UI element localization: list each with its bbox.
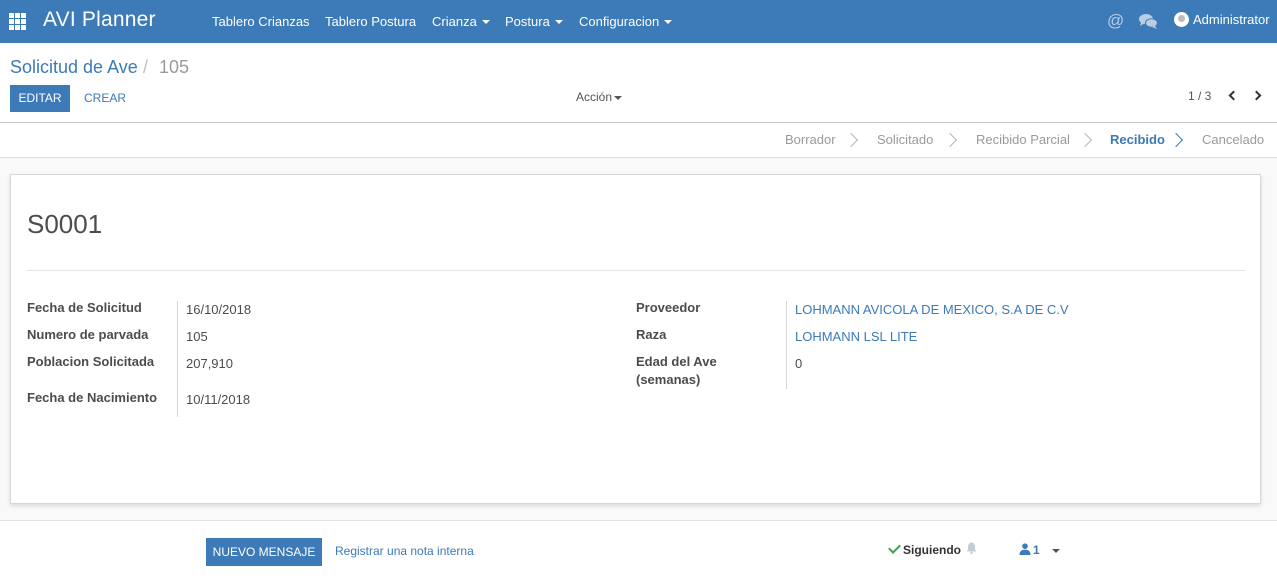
menu-label: Tablero Crianzas xyxy=(212,14,310,29)
field-separator xyxy=(177,301,178,417)
label-line: Edad del Ave xyxy=(636,354,717,369)
divider xyxy=(27,270,1246,271)
label-line: (semanas) xyxy=(636,372,701,387)
menu-label: Crianza xyxy=(432,14,477,29)
chevron-right-icon xyxy=(1077,132,1093,148)
chat-bubbles-icon[interactable] xyxy=(1139,13,1158,29)
label-poblacion-solicitada: Poblacion Solicitada xyxy=(27,354,155,369)
chatter: NUEVO MENSAJE Registrar una nota interna… xyxy=(0,520,1277,584)
control-panel: Solicitud de Ave / 105 EDITAR CREAR Acci… xyxy=(0,43,1277,123)
field-separator xyxy=(786,301,787,389)
action-label: Acción xyxy=(576,90,613,104)
field-numero-parvada: 105 xyxy=(186,329,208,344)
create-button[interactable]: CREAR xyxy=(84,91,126,105)
caret-down-icon xyxy=(614,95,623,100)
field-poblacion-solicitada: 207,910 xyxy=(186,356,233,371)
field-proveedor-link[interactable]: LOHMANN AVICOLA DE MEXICO, S.A DE C.V xyxy=(795,302,1069,317)
label-fecha-solicitud: Fecha de Solicitud xyxy=(27,300,142,315)
stage-solicitado[interactable]: Solicitado xyxy=(877,132,933,147)
pager-previous-icon[interactable] xyxy=(1228,90,1239,101)
breadcrumb-current: 105 xyxy=(159,57,190,77)
breadcrumb-separator: / xyxy=(143,57,149,77)
menu-label: Postura xyxy=(505,14,550,29)
check-icon xyxy=(888,541,901,554)
chevron-right-icon xyxy=(843,132,859,148)
menu-tablero-crianzas[interactable]: Tablero Crianzas xyxy=(212,0,310,43)
label-fecha-nacimiento: Fecha de Nacimiento xyxy=(27,390,158,405)
stage-recibido[interactable]: Recibido xyxy=(1110,132,1165,147)
menu-tablero-postura[interactable]: Tablero Postura xyxy=(325,0,416,43)
label-proveedor: Proveedor xyxy=(636,300,701,315)
chevron-right-icon xyxy=(1168,132,1184,148)
apps-grid-icon[interactable] xyxy=(9,13,26,30)
form-sheet: S0001 Fecha de Solicitud 16/10/2018 Nume… xyxy=(10,174,1261,504)
field-fecha-nacimiento: 10/11/2018 xyxy=(186,392,251,407)
caret-down-icon[interactable] xyxy=(1052,549,1060,553)
chevron-right-icon xyxy=(942,132,958,148)
followers-icon[interactable] xyxy=(1019,543,1031,555)
pager-value[interactable]: 1 / 3 xyxy=(1188,89,1211,103)
record-title: S0001 xyxy=(27,209,103,239)
menu-configuracion[interactable]: Configuracion xyxy=(579,0,673,43)
followers-count[interactable]: 1 xyxy=(1033,543,1040,557)
pager-next-icon[interactable] xyxy=(1251,90,1262,101)
edit-button[interactable]: EDITAR xyxy=(10,85,70,112)
at-sign-icon[interactable]: @ xyxy=(1107,11,1124,31)
caret-down-icon xyxy=(664,19,673,24)
label-numero-parvada: Numero de parvada xyxy=(27,327,149,342)
stage-recibido-parcial[interactable]: Recibido Parcial xyxy=(976,132,1070,147)
status-bar: Borrador Solicitado Recibido Parcial Rec… xyxy=(0,123,1277,158)
field-raza-link[interactable]: LOHMANN LSL LITE xyxy=(795,329,917,344)
new-message-button[interactable]: NUEVO MENSAJE xyxy=(206,538,322,566)
menu-crianza[interactable]: Crianza xyxy=(432,0,490,43)
caret-down-icon xyxy=(481,19,490,24)
stage-cancelado[interactable]: Cancelado xyxy=(1202,132,1264,147)
label-raza: Raza xyxy=(636,327,667,342)
bell-icon[interactable] xyxy=(966,542,977,554)
menu-label: Configuracion xyxy=(579,14,660,29)
user-menu[interactable]: Administrator xyxy=(1193,12,1270,27)
top-navbar: AVI Planner Tablero Crianzas Tablero Pos… xyxy=(0,0,1277,43)
label-edad-ave: Edad del Ave (semanas) xyxy=(636,353,717,389)
field-edad-ave: 0 xyxy=(795,356,803,371)
log-note-link[interactable]: Registrar una nota interna xyxy=(335,544,474,558)
action-dropdown[interactable]: Acción xyxy=(576,90,623,104)
menu-label: Tablero Postura xyxy=(325,14,417,29)
caret-down-icon xyxy=(554,19,563,24)
stage-borrador[interactable]: Borrador xyxy=(785,132,836,147)
following-button[interactable]: Siguiendo xyxy=(903,543,961,557)
menu-postura[interactable]: Postura xyxy=(505,0,563,43)
breadcrumb-parent[interactable]: Solicitud de Ave xyxy=(10,57,138,78)
field-fecha-solicitud: 16/10/2018 xyxy=(186,302,252,317)
app-title[interactable]: AVI Planner xyxy=(43,8,156,32)
user-avatar[interactable] xyxy=(1174,12,1189,27)
